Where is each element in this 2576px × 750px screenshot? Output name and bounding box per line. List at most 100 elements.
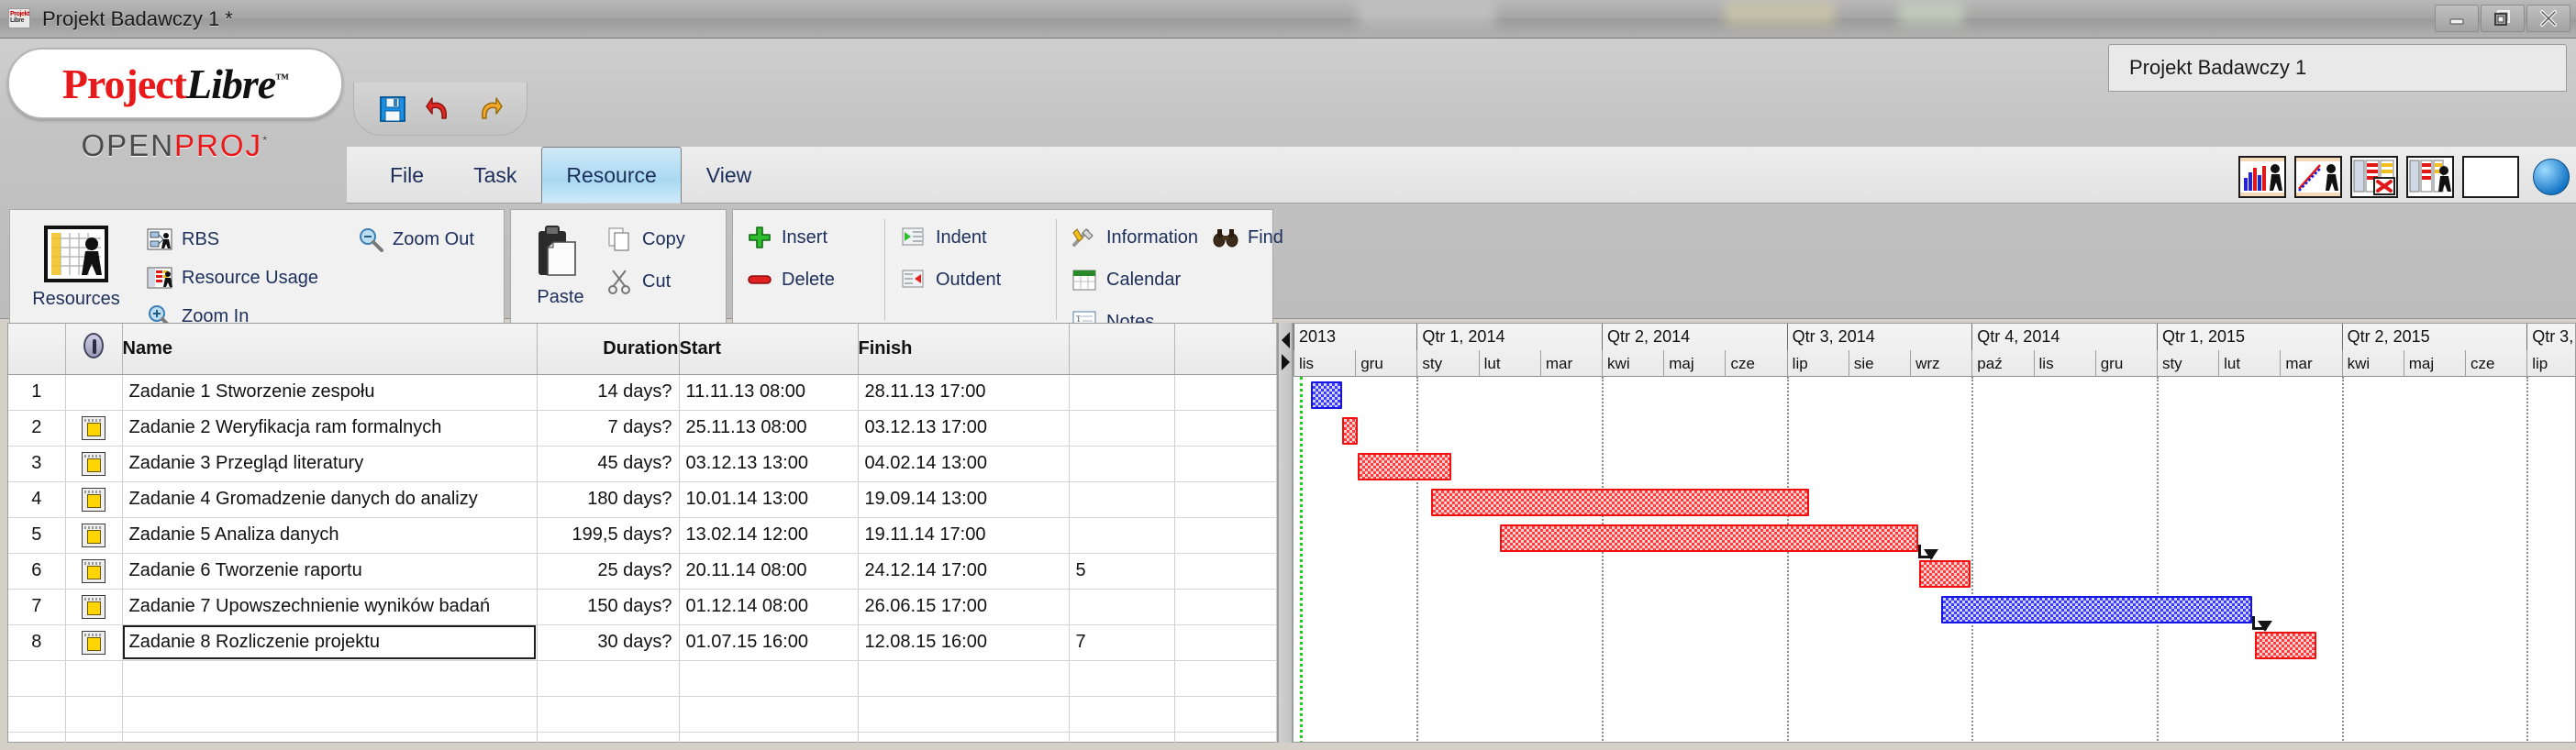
table-row-empty[interactable] (8, 732, 1277, 750)
cell-duration[interactable] (537, 696, 680, 733)
col-header-start[interactable]: Start (679, 324, 859, 375)
restore-button[interactable] (2481, 5, 2525, 32)
cell-extra[interactable] (1174, 446, 1277, 482)
gantt-bar[interactable] (1341, 417, 1359, 445)
cell-start[interactable] (679, 696, 859, 733)
table-row-empty[interactable] (8, 660, 1277, 697)
gantt-bar[interactable] (1431, 489, 1809, 516)
gantt-bar[interactable] (1310, 381, 1342, 409)
cell-extra[interactable] (1174, 374, 1277, 411)
cell-indicator[interactable] (65, 410, 123, 447)
cell-finish[interactable]: 28.11.13 17:00 (858, 374, 1070, 411)
cell-duration[interactable]: 150 days? (537, 589, 680, 625)
cell-predecessors[interactable] (1069, 732, 1175, 750)
help-globe-icon[interactable] (2533, 159, 2570, 195)
cell-name[interactable]: Zadanie 6 Tworzenie raportu (122, 553, 538, 590)
tab-task[interactable]: Task (449, 147, 541, 204)
cell-predecessors[interactable]: 7 (1069, 624, 1175, 661)
cell-start[interactable] (679, 732, 859, 750)
rbs-button[interactable]: RBS (146, 226, 219, 252)
table-row[interactable]: 1 Zadanie 1 Stworzenie zespołu 14 days? 11.… (8, 374, 1277, 411)
cell-duration[interactable] (537, 732, 680, 750)
cell-start[interactable] (679, 660, 859, 697)
gantt-bar[interactable] (1499, 524, 1918, 552)
tab-file[interactable]: File (365, 147, 449, 204)
cell-duration[interactable]: 30 days? (537, 624, 680, 661)
cell-name[interactable]: Zadanie 4 Gromadzenie danych do analizy (122, 481, 538, 518)
cell-predecessors[interactable] (1069, 660, 1175, 697)
cell-finish[interactable]: 04.02.14 13:00 (858, 446, 1070, 482)
cell-duration[interactable]: 45 days? (537, 446, 680, 482)
grid-gantt-splitter[interactable] (1278, 323, 1293, 743)
minimize-button[interactable] (2435, 5, 2479, 32)
col-header-name[interactable]: Name (122, 324, 538, 375)
cell-extra[interactable] (1174, 410, 1277, 447)
remove-resource-icon[interactable] (2350, 156, 2398, 198)
cell-duration[interactable]: 7 days? (537, 410, 680, 447)
col-header-extra[interactable] (1174, 324, 1277, 375)
cell-finish[interactable]: 24.12.14 17:00 (858, 553, 1070, 590)
resource-usage-icon[interactable] (2406, 156, 2454, 198)
cell-start[interactable]: 11.11.13 08:00 (679, 374, 859, 411)
cell-extra[interactable] (1174, 589, 1277, 625)
copy-button[interactable]: Copy (606, 226, 685, 252)
cell-extra[interactable] (1174, 481, 1277, 518)
cell-duration[interactable]: 25 days? (537, 553, 680, 590)
cell-extra[interactable] (1174, 660, 1277, 697)
cell-finish[interactable]: 26.06.15 17:00 (858, 589, 1070, 625)
resource-histogram-icon[interactable] (2238, 156, 2286, 198)
delete-button[interactable]: Delete (746, 267, 835, 292)
cell-predecessors[interactable] (1069, 374, 1175, 411)
cell-predecessors[interactable] (1069, 446, 1175, 482)
col-header-indicator[interactable] (65, 324, 123, 375)
cell-start[interactable]: 01.12.14 08:00 (679, 589, 859, 625)
cell-indicator[interactable] (65, 660, 123, 697)
cell-indicator[interactable] (65, 589, 123, 625)
tab-view[interactable]: View (682, 147, 776, 204)
cell-finish[interactable]: 19.11.14 17:00 (858, 517, 1070, 554)
undo-button[interactable] (425, 94, 456, 124)
cell-start[interactable]: 13.02.14 12:00 (679, 517, 859, 554)
cell-start[interactable]: 10.01.14 13:00 (679, 481, 859, 518)
blank-view-icon[interactable] (2462, 156, 2519, 198)
cell-indicator[interactable] (65, 517, 123, 554)
splitter-right-arrow-icon[interactable] (1282, 354, 1290, 370)
cell-indicator[interactable] (65, 696, 123, 733)
table-row[interactable]: 2 Zadanie 2 Weryfikacja ram formalnych 7 d… (8, 410, 1277, 447)
cell-extra[interactable] (1174, 517, 1277, 554)
table-row[interactable]: 6 Zadanie 6 Tworzenie raportu 25 days? 20.1… (8, 553, 1277, 590)
cell-name[interactable] (122, 732, 538, 750)
cell-finish[interactable]: 12.08.15 16:00 (858, 624, 1070, 661)
gantt-bar[interactable] (1358, 453, 1451, 480)
cell-finish[interactable] (858, 732, 1070, 750)
cell-predecessors[interactable] (1069, 517, 1175, 554)
table-row[interactable]: 3 Zadanie 3 Przegląd literatury 45 days? 03… (8, 446, 1277, 482)
cell-start[interactable]: 20.11.14 08:00 (679, 553, 859, 590)
table-row[interactable]: 5 Zadanie 5 Analiza danych 199,5 days? 13.0… (8, 517, 1277, 554)
gantt-bars-area[interactable] (1294, 377, 2575, 742)
cell-name[interactable]: Zadanie 2 Weryfikacja ram formalnych (122, 410, 538, 447)
cell-name[interactable]: Zadanie 8 Rozliczenie projektu (122, 624, 538, 661)
cell-duration[interactable]: 14 days? (537, 374, 680, 411)
table-row-empty[interactable] (8, 696, 1277, 733)
gantt-chart[interactable]: 2013 Qtr 1, 2014 Qtr 2, 2014 Qtr 3, 2014 Qtr… (1293, 323, 2576, 743)
calendar-button[interactable]: Calendar (1071, 267, 1181, 292)
col-header-finish[interactable]: Finish (858, 324, 1070, 375)
cell-predecessors[interactable] (1069, 410, 1175, 447)
table-row[interactable]: 8 Zadanie 8 Rozliczenie projektu 30 days? 0… (8, 624, 1277, 661)
paste-button[interactable]: Paste (513, 221, 608, 308)
cell-id[interactable]: 3 (8, 446, 66, 482)
cell-id[interactable] (8, 732, 66, 750)
cell-start[interactable]: 03.12.13 13:00 (679, 446, 859, 482)
cell-duration[interactable]: 180 days? (537, 481, 680, 518)
resources-button[interactable]: Resources (21, 223, 131, 310)
resource-chart-icon[interactable] (2294, 156, 2342, 198)
resource-usage-button[interactable]: Resource Usage (146, 265, 318, 291)
cell-duration[interactable] (537, 660, 680, 697)
col-header-id[interactable] (8, 324, 66, 375)
cell-name[interactable]: Zadanie 7 Upowszechnienie wyników badań (122, 589, 538, 625)
save-button[interactable] (377, 94, 408, 124)
cell-id[interactable] (8, 660, 66, 697)
close-button[interactable] (2526, 5, 2570, 32)
cell-indicator[interactable] (65, 553, 123, 590)
